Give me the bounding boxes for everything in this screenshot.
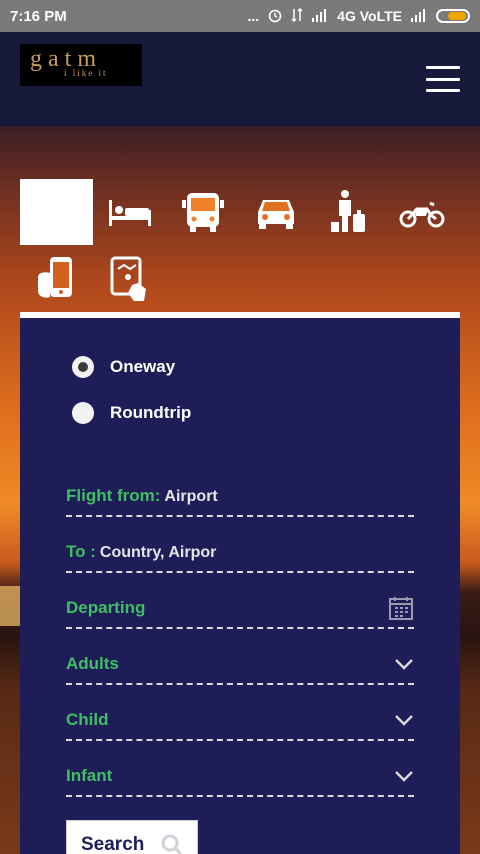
adults-select[interactable]: Adults (66, 645, 414, 685)
status-icons: ... 4G VoLTE (247, 7, 470, 26)
category-bike[interactable] (385, 179, 458, 245)
child-label: Child (66, 710, 109, 729)
search-button[interactable]: Search (66, 820, 198, 854)
category-row-2 (20, 246, 166, 312)
mobile-hand-icon (37, 257, 72, 298)
to-value[interactable]: Country, Airpor (100, 544, 216, 562)
bed-icon (108, 200, 151, 226)
flight-from-label: Flight from: (66, 486, 161, 505)
status-bar: 7:16 PM ... 4G VoLTE (0, 0, 480, 32)
motorbike-icon (399, 201, 444, 228)
radio-oneway[interactable]: Oneway (72, 356, 175, 378)
signal-icon-2 (410, 8, 428, 25)
category-hotel[interactable] (93, 179, 166, 245)
category-row-1 (20, 179, 458, 245)
hamburger-menu-icon[interactable] (426, 66, 460, 92)
logo-tagline: i like it (64, 68, 108, 78)
adults-label: Adults (66, 654, 119, 673)
alarm-icon (267, 7, 283, 26)
chevron-down-icon (395, 771, 413, 782)
radio-roundtrip[interactable]: Roundtrip (72, 402, 191, 424)
category-mobile-recharge[interactable] (20, 246, 93, 312)
traveller-icon (330, 190, 365, 232)
chevron-down-icon (395, 659, 413, 670)
category-tour[interactable] (312, 179, 385, 245)
departing-field[interactable]: Departing (66, 589, 414, 629)
category-bus[interactable] (166, 179, 239, 245)
infant-label: Infant (66, 766, 113, 785)
radio-oneway-label: Oneway (110, 357, 176, 376)
infant-select[interactable]: Infant (66, 757, 414, 797)
chevron-down-icon (395, 715, 413, 726)
data-transfer-icon (291, 7, 303, 26)
app-header: gatm i like it (0, 32, 480, 126)
car-icon (257, 200, 294, 229)
booking-panel: Oneway Roundtrip Flight from: Airport To… (20, 312, 460, 854)
calendar-icon[interactable] (388, 595, 414, 621)
departing-label: Departing (66, 598, 146, 617)
search-icon (161, 834, 183, 854)
status-time: 7:16 PM (10, 7, 67, 25)
logo[interactable]: gatm i like it (20, 44, 142, 86)
map-touch-icon (110, 256, 146, 301)
child-select[interactable]: Child (66, 701, 414, 741)
radio-button-checked[interactable] (72, 356, 94, 378)
more-notifications-icon: ... (247, 8, 260, 24)
radio-roundtrip-label: Roundtrip (110, 403, 192, 422)
category-car[interactable] (239, 179, 312, 245)
radio-button-unchecked[interactable] (72, 402, 94, 424)
signal-icon (311, 8, 329, 25)
flight-from-value[interactable]: Airport (164, 488, 217, 506)
category-flight[interactable] (20, 179, 93, 245)
to-label: To : (66, 542, 96, 561)
battery-icon (436, 9, 470, 23)
bus-icon (181, 193, 224, 232)
flight-from-field[interactable]: Flight from: Airport (66, 477, 414, 517)
category-map-booking[interactable] (93, 246, 166, 312)
network-label: 4G VoLTE (337, 8, 402, 24)
to-field[interactable]: To : Country, Airpor (66, 533, 414, 573)
plane-icon (41, 196, 72, 227)
search-button-label: Search (81, 834, 145, 854)
